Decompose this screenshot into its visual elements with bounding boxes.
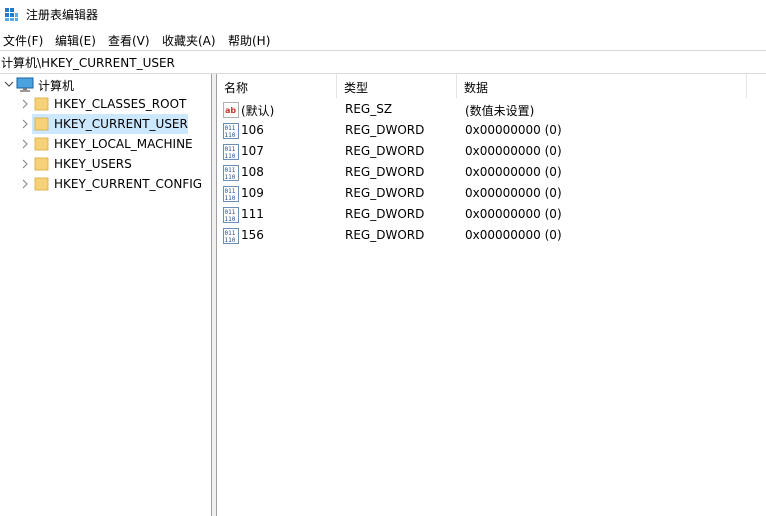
tree-label: HKEY_CURRENT_USER [54,117,188,131]
tree-label: HKEY_CURRENT_CONFIG [54,177,203,191]
tree-item-hkcc[interactable]: HKEY_CURRENT_CONFIG [0,174,211,194]
folder-icon [34,97,49,111]
computer-icon [16,77,34,92]
column-header-data[interactable]: 数据 [457,74,747,98]
svg-text:110: 110 [225,237,236,244]
binary-value-icon: 011 110 [223,165,239,181]
tree-root-computer[interactable]: 计算机 [0,74,211,94]
menu-edit[interactable]: 编辑(E) [55,32,96,49]
value-name: 107 [241,144,264,158]
tree-item-hklm[interactable]: HKEY_LOCAL_MACHINE [0,134,211,154]
tree-pane[interactable]: 计算机 HKEY_CLASSES_ROOT HKEY_CURRENT_USER … [0,74,212,516]
menu-help[interactable]: 帮助(H) [228,32,270,49]
value-type: REG_DWORD [345,165,425,179]
column-header-type[interactable]: 类型 [337,74,457,98]
value-name: 111 [241,207,264,221]
binary-value-icon: 011 110 [223,207,239,223]
chevron-right-icon[interactable] [20,94,30,114]
tree-label: HKEY_LOCAL_MACHINE [54,137,193,151]
chevron-right-icon[interactable] [20,134,30,154]
svg-text:110: 110 [225,174,236,181]
binary-value-icon: 011 110 [223,186,239,202]
value-row[interactable]: ab (默认) REG_SZ (数值未设置) [217,99,766,120]
value-name: 108 [241,165,264,179]
folder-icon [34,177,49,191]
svg-text:011: 011 [225,209,236,216]
menu-file[interactable]: 文件(F) [3,32,43,49]
title-bar[interactable]: 注册表编辑器 [0,0,766,28]
menu-favorites[interactable]: 收藏夹(A) [162,32,216,49]
svg-text:110: 110 [225,153,236,160]
binary-value-icon: 011 110 [223,123,239,139]
tree-item-hku[interactable]: HKEY_USERS [0,154,211,174]
column-header-name-label: 名称 [224,81,249,95]
address-path[interactable]: 计算机\HKEY_CURRENT_USER [1,54,175,71]
binary-value-icon: 011 110 [223,228,239,244]
svg-text:110: 110 [225,216,236,223]
column-header-data-label: 数据 [464,81,489,95]
chevron-down-icon[interactable] [4,74,14,94]
column-header-type-label: 类型 [344,81,369,95]
value-data: 0x00000000 (0) [465,165,562,179]
svg-text:ab: ab [225,106,236,115]
chevron-right-icon[interactable] [20,174,30,194]
registry-editor-icon [5,8,18,21]
value-name: 109 [241,186,264,200]
svg-text:110: 110 [225,132,236,139]
value-data: 0x00000000 (0) [465,123,562,137]
menu-view[interactable]: 查看(V) [108,32,150,49]
tree-label: HKEY_USERS [54,157,132,171]
svg-text:011: 011 [225,188,236,195]
svg-text:011: 011 [225,167,236,174]
value-data: 0x00000000 (0) [465,207,562,221]
tree-label: HKEY_CLASSES_ROOT [54,97,187,111]
value-data: 0x00000000 (0) [465,228,562,242]
value-type: REG_DWORD [345,207,425,221]
value-type: REG_DWORD [345,123,425,137]
folder-icon [34,137,49,151]
string-value-icon: ab [223,102,239,118]
value-type: REG_SZ [345,102,393,116]
svg-text:011: 011 [225,125,236,132]
value-name: 156 [241,228,264,242]
value-row[interactable]: 011 110 108 REG_DWORD 0x00000000 (0) [217,162,766,183]
values-list-pane[interactable]: 名称 类型 数据 ab (默认) REG_SZ (数值未设置) 011 110 … [216,74,766,516]
svg-text:110: 110 [225,195,236,202]
menu-bar: 文件(F) 编辑(E) 查看(V) 收藏夹(A) 帮助(H) [0,29,766,49]
tree-item-hkcu[interactable]: HKEY_CURRENT_USER [0,114,211,134]
value-type: REG_DWORD [345,228,425,242]
address-bar[interactable]: 计算机\HKEY_CURRENT_USER [0,50,766,74]
value-type: REG_DWORD [345,186,425,200]
column-header-name[interactable]: 名称 [217,74,337,98]
value-name: (默认) [241,104,275,118]
svg-text:011: 011 [225,146,236,153]
folder-icon [34,117,49,131]
value-type: REG_DWORD [345,144,425,158]
tree-label-computer: 计算机 [38,79,75,93]
value-row[interactable]: 011 110 107 REG_DWORD 0x00000000 (0) [217,141,766,162]
value-row[interactable]: 011 110 156 REG_DWORD 0x00000000 (0) [217,225,766,246]
chevron-right-icon[interactable] [20,154,30,174]
value-row[interactable]: 011 110 111 REG_DWORD 0x00000000 (0) [217,204,766,225]
window-title: 注册表编辑器 [26,8,99,22]
value-data: 0x00000000 (0) [465,186,562,200]
value-data: (数值未设置) [465,104,535,118]
svg-text:011: 011 [225,230,236,237]
binary-value-icon: 011 110 [223,144,239,160]
value-data: 0x00000000 (0) [465,144,562,158]
value-row[interactable]: 011 110 106 REG_DWORD 0x00000000 (0) [217,120,766,141]
tree-item-hkcr[interactable]: HKEY_CLASSES_ROOT [0,94,211,114]
value-row[interactable]: 011 110 109 REG_DWORD 0x00000000 (0) [217,183,766,204]
chevron-right-icon[interactable] [20,114,30,134]
folder-icon [34,157,49,171]
value-name: 106 [241,123,264,137]
